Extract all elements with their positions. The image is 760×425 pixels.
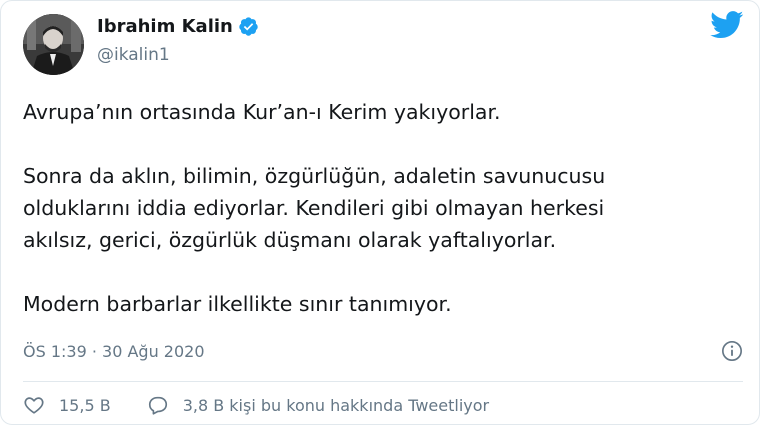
reply-bubble-icon [148, 396, 167, 415]
reply-button[interactable]: 3,8 B kişi bu konu hakkında Tweetliyor [147, 394, 489, 416]
tweet-paragraph: Modern barbarlar ilkellikte sınır tanımı… [23, 292, 452, 316]
heart-icon [24, 397, 44, 414]
tweet-paragraph: Avrupa’nın ortasında Kur’an-ı Kerim yakı… [23, 100, 501, 124]
avatar-photo [23, 14, 84, 75]
author-handle[interactable]: @ikalin1 [97, 45, 170, 65]
conversation-count: 3,8 B kişi bu konu hakkında Tweetliyor [182, 395, 490, 415]
author-name[interactable]: Ibrahim Kalin [97, 16, 233, 37]
author-name-row[interactable]: Ibrahim Kalin [97, 16, 259, 37]
verified-badge-icon [239, 17, 258, 36]
tweet-timestamp[interactable]: ÖS 1:39 · 30 Ağu 2020 [23, 342, 205, 361]
info-icon[interactable] [721, 340, 743, 362]
like-count: 15,5 B [59, 395, 111, 415]
tweet-paragraph: Sonra da aklın, bilimin, özgürlüğün, ada… [23, 164, 606, 252]
twitter-bird-icon[interactable] [710, 11, 744, 39]
divider [23, 381, 743, 382]
tweet-text: Avrupa’nın ortasında Kur’an-ı Kerim yakı… [23, 96, 743, 320]
avatar[interactable] [23, 14, 84, 75]
tweet-card[interactable]: Ibrahim Kalin @ikalin1 Avrupa’nın ortası… [0, 0, 760, 425]
tweet-actions: 15,5 B 3,8 B kişi bu konu hakkında Tweet… [23, 394, 489, 416]
like-button[interactable]: 15,5 B [23, 394, 111, 416]
